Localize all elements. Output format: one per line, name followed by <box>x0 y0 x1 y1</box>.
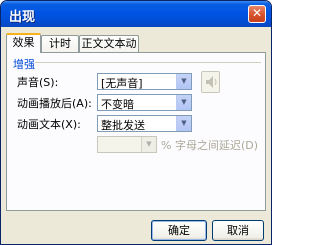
ok-button[interactable]: 确定 <box>151 220 207 241</box>
sound-select[interactable]: [无声音] ▼ <box>97 73 192 90</box>
enhance-group-label: 增强 <box>13 58 35 71</box>
chevron-down-icon[interactable]: ▼ <box>141 137 156 152</box>
title-bar[interactable]: 出现 ✕ <box>1 1 271 27</box>
letter-delay-suffix: % 字母之间延迟(D) <box>161 139 259 152</box>
animate-text-value: 整批发送 <box>101 119 145 132</box>
group-divider <box>35 62 261 63</box>
sound-label: 声音(S): <box>17 76 59 89</box>
chevron-down-icon[interactable]: ▼ <box>176 74 191 89</box>
animate-text-label: 动画文本(X): <box>17 118 81 131</box>
after-animation-label: 动画播放后(A): <box>17 97 92 110</box>
close-button[interactable]: ✕ <box>248 5 266 23</box>
chevron-down-icon[interactable]: ▼ <box>176 116 191 131</box>
effect-tab-panel: 增强 声音(S): [无声音] ▼ 动画播放后(A): 不变暗 ▼ 动画文本(X… <box>6 52 266 211</box>
tab-text-animation[interactable]: 正文文本动画 <box>79 35 139 65</box>
cancel-button[interactable]: 取消 <box>212 220 264 241</box>
close-icon: ✕ <box>251 6 263 20</box>
sound-value: [无声音] <box>101 77 143 90</box>
letter-delay-input[interactable]: ▼ <box>97 136 157 153</box>
tab-effect[interactable]: 效果 <box>6 33 41 53</box>
dialog-title: 出现 <box>9 10 36 25</box>
speaker-icon <box>201 71 220 93</box>
effect-options-dialog: 出现 ✕ 效果 计时 正文文本动画 增强 声音(S): [无声音] ▼ 动画播放… <box>0 0 272 245</box>
chevron-down-icon[interactable]: ▼ <box>176 95 191 110</box>
tab-timing[interactable]: 计时 <box>41 35 79 52</box>
animate-text-select[interactable]: 整批发送 ▼ <box>97 115 192 132</box>
after-animation-select[interactable]: 不变暗 ▼ <box>97 94 192 111</box>
after-animation-value: 不变暗 <box>101 98 134 111</box>
